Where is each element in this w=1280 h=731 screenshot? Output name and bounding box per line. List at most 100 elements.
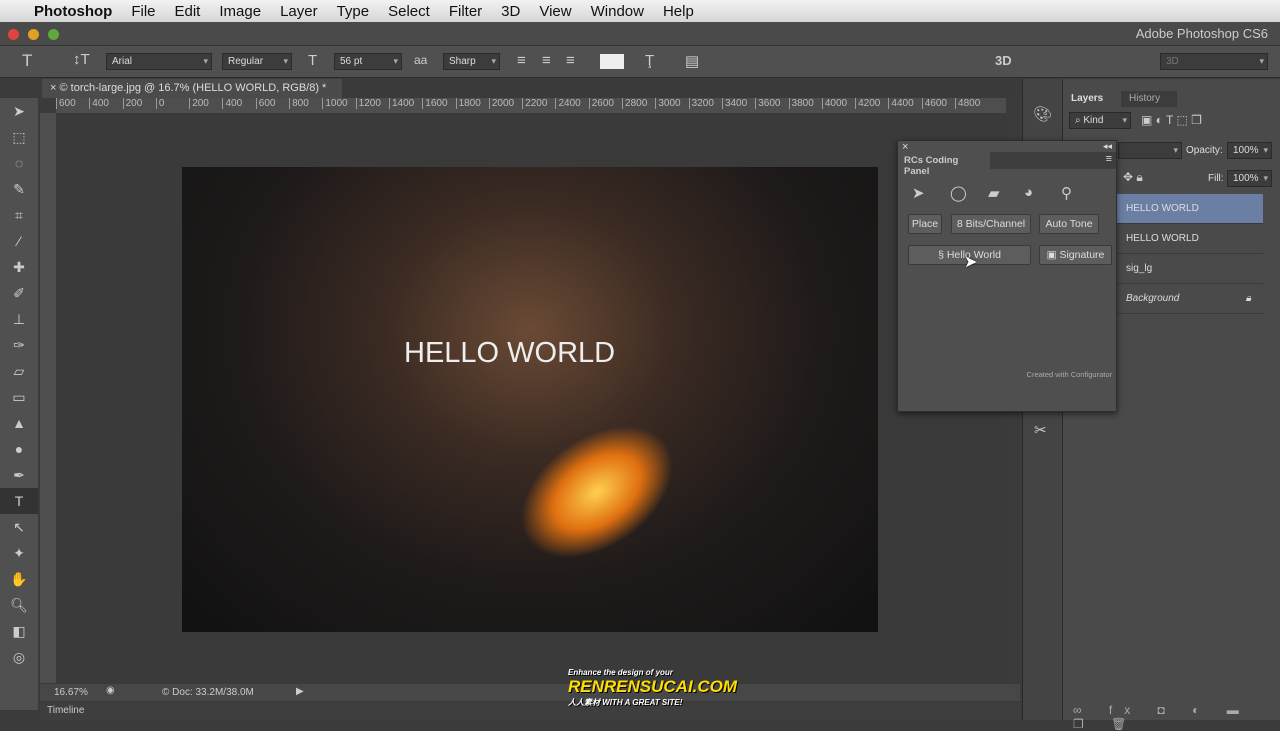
move-icon[interactable]: ➤ [912, 184, 925, 202]
move-tool-icon[interactable]: ➤ [0, 98, 38, 124]
align-left-icon[interactable]: ≡ [517, 52, 526, 69]
stamp-tool-icon[interactable]: ⊥ [0, 306, 38, 332]
blend-mode-select[interactable] [1118, 142, 1182, 159]
ruler-tick: 800 [289, 98, 322, 109]
filter-pixel-icon[interactable]: ▣ ◐ T ⬚ ❐ [1141, 113, 1202, 127]
filter-kind-select[interactable]: ⌕ Kind [1069, 112, 1131, 129]
zoom-window-button[interactable] [48, 29, 59, 40]
menu-window[interactable]: Window [591, 3, 644, 20]
align-right-icon[interactable]: ≡ [566, 52, 575, 69]
align-center-icon[interactable]: ≡ [542, 52, 551, 69]
history-brush-icon[interactable]: ✑ [0, 332, 38, 358]
dodge-tool-icon[interactable]: ● [0, 436, 38, 462]
text-color-swatch[interactable] [600, 54, 624, 69]
lasso-tool-icon[interactable]: ◌ [0, 150, 38, 176]
menu-view[interactable]: View [539, 3, 571, 20]
palette-icon[interactable]: ◕ [1024, 184, 1033, 201]
hand-tool-icon[interactable]: ✋ [0, 566, 38, 592]
healing-tool-icon[interactable]: ✚ [0, 254, 38, 280]
menu-image[interactable]: Image [219, 3, 261, 20]
ruler-tick: 3200 [688, 98, 722, 109]
layer-row[interactable]: sig_lg [1116, 254, 1263, 284]
close-window-button[interactable] [8, 29, 19, 40]
layer-actions[interactable]: ∞ fx ◘ ◐ ▬ ❐ 🗑︎ [1073, 703, 1280, 731]
palette-icon[interactable]: 🎨︎ [1033, 105, 1052, 123]
zoom-level[interactable]: 16.67% [54, 687, 88, 698]
type-tool-icon[interactable]: T [0, 488, 38, 514]
font-style-select[interactable]: Regular [222, 53, 292, 70]
menu-filter[interactable]: Filter [449, 3, 482, 20]
color-swatches[interactable]: ◧ [0, 618, 38, 644]
auto-tone-button[interactable]: Auto Tone [1039, 214, 1099, 234]
tools-icon[interactable]: ✂ [1034, 421, 1047, 439]
ruler-tick: 200 [122, 98, 156, 109]
tab-history[interactable]: History [1121, 91, 1177, 107]
opacity-input[interactable]: 100% [1227, 142, 1272, 159]
path-select-icon[interactable]: ↖ [0, 514, 38, 540]
document-image[interactable]: HELLO WORLD [182, 167, 878, 632]
place-button[interactable]: Place [908, 214, 942, 234]
ruler-tick: 2000 [488, 98, 522, 109]
quick-select-tool-icon[interactable]: ✎ [0, 176, 38, 202]
zoom-tool-icon[interactable]: 🔍︎ [0, 592, 38, 618]
menu-layer[interactable]: Layer [280, 3, 318, 20]
layer-row[interactable]: HELLO WORLD [1116, 224, 1263, 254]
menu-type[interactable]: Type [337, 3, 370, 20]
canvas-text-layer[interactable]: HELLO WORLD [404, 337, 615, 370]
menu-app[interactable]: Photoshop [34, 3, 112, 20]
menu-help[interactable]: Help [663, 3, 694, 20]
eraser-icon[interactable]: ▰ [988, 184, 1000, 202]
character-panel-icon[interactable]: ▤ [685, 52, 699, 70]
menu-file[interactable]: File [131, 3, 155, 20]
torch-flame [495, 398, 699, 586]
signature-label: Signature [1059, 249, 1105, 261]
tab-layers[interactable]: Layers [1063, 91, 1121, 107]
blur-tool-icon[interactable]: ▲ [0, 410, 38, 436]
type-tool-icon[interactable]: T [22, 51, 32, 71]
crop-tool-icon[interactable]: ⌗ [0, 202, 38, 228]
warp-text-icon[interactable]: Ţ [645, 52, 654, 69]
layer-row[interactable]: HELLO WORLD [1116, 194, 1263, 224]
signature-button[interactable]: ▣ Signature [1039, 245, 1112, 265]
antialias-icon: aa [414, 53, 428, 67]
fill-input[interactable]: 100% [1227, 170, 1272, 187]
document-tabs: × © torch-large.jpg @ 16.7% (HELLO WORLD… [42, 79, 1022, 98]
eyedropper-tool-icon[interactable]: ⁄ [0, 228, 38, 254]
lock-icons[interactable]: ✥ 🔒︎ [1123, 170, 1143, 185]
workspace-select[interactable]: 3D [1160, 53, 1268, 70]
ruler-tick: 2800 [622, 98, 655, 109]
timeline-panel[interactable]: Timeline [40, 703, 1020, 720]
font-family-select[interactable]: Arial [106, 53, 212, 70]
layer-name: HELLO WORLD [1126, 203, 1199, 214]
menu-3d[interactable]: 3D [501, 3, 520, 20]
ruler-tick: 2600 [588, 98, 622, 109]
font-size-select[interactable]: 56 pt [334, 53, 402, 70]
menu-edit[interactable]: Edit [175, 3, 201, 20]
status-icon[interactable]: ◉ [106, 685, 115, 696]
document-tab[interactable]: × © torch-large.jpg @ 16.7% (HELLO WORLD… [42, 79, 342, 98]
lasso-icon[interactable]: ◯ [950, 184, 967, 202]
rc-coding-panel: × ◂◂ RCs Coding Panel ≡ ➤ ◯ ▰ ◕ ⚲ Place … [897, 140, 1117, 412]
zoom-icon[interactable]: ⚲ [1061, 184, 1072, 202]
eraser-tool-icon[interactable]: ▱ [0, 358, 38, 384]
quick-mask-icon[interactable]: ◎ [0, 644, 38, 670]
ruler-tick: 1600 [422, 98, 455, 109]
minimize-window-button[interactable] [28, 29, 39, 40]
antialias-select[interactable]: Sharp [443, 53, 500, 70]
marquee-tool-icon[interactable]: ⬚ [0, 124, 38, 150]
ruler-tick: 0 [155, 98, 189, 109]
fill-label: Fill: [1208, 173, 1224, 184]
status-menu-arrow-icon[interactable]: ▶ [296, 686, 304, 697]
layer-row[interactable]: Background 🔒︎ [1116, 284, 1263, 314]
pen-tool-icon[interactable]: ✒ [0, 462, 38, 488]
8-bits-channel-button[interactable]: 8 Bits/Channel [951, 214, 1031, 234]
panel-menu-icon[interactable]: ≡ [1106, 153, 1112, 165]
gradient-tool-icon[interactable]: ▭ [0, 384, 38, 410]
collapse-panel-icon[interactable]: ◂◂ [1103, 141, 1112, 152]
watermark-text: RENRENSUCAI.COM [568, 677, 738, 696]
brush-tool-icon[interactable]: ✐ [0, 280, 38, 306]
orientation-icon[interactable]: ↕T [73, 51, 90, 68]
3d-mode-label[interactable]: 3D [995, 53, 1012, 68]
shape-tool-icon[interactable]: ✦ [0, 540, 38, 566]
menu-select[interactable]: Select [388, 3, 430, 20]
